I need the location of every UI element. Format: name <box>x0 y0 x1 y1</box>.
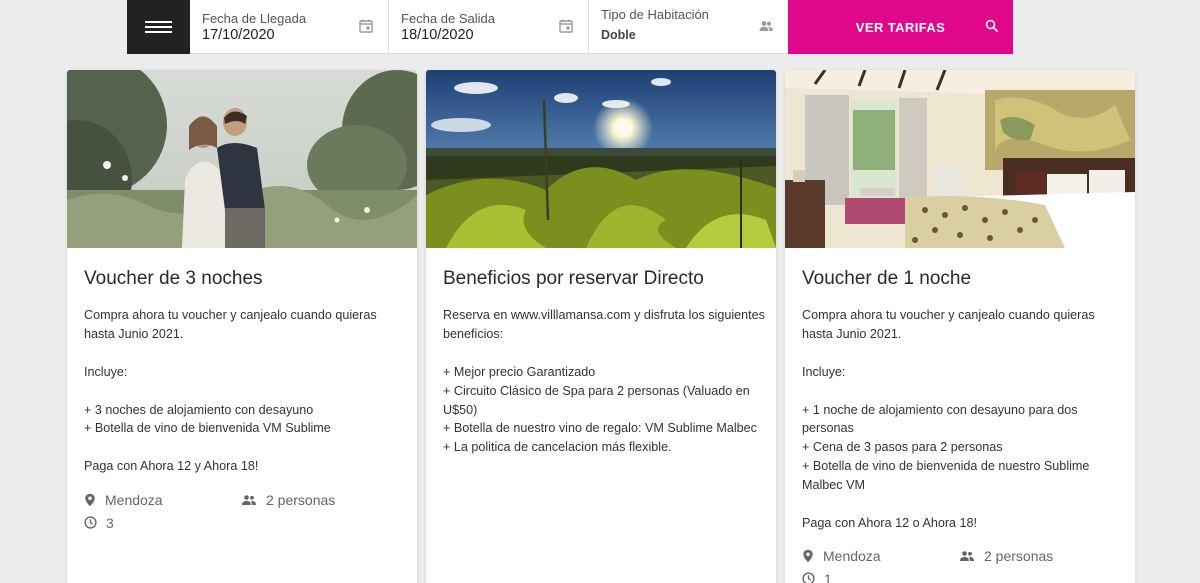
description-line: + 3 noches de alojamiento con desayuno <box>84 402 314 417</box>
location-pin-icon <box>803 549 813 562</box>
card-meta: Mendoza 2 personas 1 <box>802 544 1053 583</box>
clock-icon <box>802 572 815 583</box>
calendar-icon[interactable] <box>558 18 574 34</box>
calendar-icon[interactable] <box>358 18 374 34</box>
description-line <box>84 344 406 363</box>
menu-icon <box>145 21 172 33</box>
people-info: 2 personas <box>241 492 335 508</box>
hotel-room-photo <box>785 70 1135 248</box>
room-type-value[interactable]: Doble <box>601 28 636 42</box>
description-line: + Botella de vino de bienvenida de nuest… <box>802 459 1090 493</box>
people-icon <box>960 550 974 561</box>
departure-date-value[interactable]: 18/10/2020 <box>401 27 474 43</box>
description-line: Paga con Ahora 12 o Ahora 18! <box>802 515 978 530</box>
departure-date-field[interactable]: Fecha de Salida 18/10/2020 <box>389 0 589 54</box>
description-line: Incluye: <box>802 364 846 379</box>
location-text: Mendoza <box>105 491 163 508</box>
location-info: Mendoza <box>802 548 959 564</box>
description-line: Paga con Ahora 12 y Ahora 18! <box>84 459 259 474</box>
description-line: + Mejor precio Garantizado <box>443 364 596 379</box>
description-line <box>443 344 765 363</box>
nights-text: 1 <box>824 570 832 583</box>
nights-info: 1 <box>802 571 832 583</box>
nights-info: 3 <box>84 515 114 531</box>
location-info: Mendoza <box>84 492 241 508</box>
view-rates-label: VER TARIFAS <box>855 19 946 35</box>
description-line: Reserva en www.villlamansa.com y disfrut… <box>443 308 765 341</box>
description-line: + Botella de nuestro vino de regalo: VM … <box>443 421 757 436</box>
description-line: Compra ahora tu voucher y canjealo cuand… <box>802 308 1095 341</box>
room-type-label: Tipo de Habitación <box>601 7 709 22</box>
people-text: 2 personas <box>984 547 1054 564</box>
search-icon <box>985 19 999 33</box>
people-icon <box>242 494 256 505</box>
card-description: Compra ahora tu voucher y canjealo cuand… <box>84 306 406 476</box>
couple-in-field-photo <box>67 70 417 248</box>
nights-text: 3 <box>106 514 114 531</box>
offer-card-voucher-3-nights[interactable]: Voucher de 3 noches Compra ahora tu vouc… <box>67 70 417 583</box>
booking-bar: Fecha de Llegada 17/10/2020 Fecha de Sal… <box>127 0 1013 54</box>
description-line: + 1 noche de alojamiento con desayuno pa… <box>802 402 1078 436</box>
description-line: + Circuito Clásico de Spa para 2 persona… <box>443 383 750 417</box>
card-meta: Mendoza 2 personas 3 <box>84 488 335 534</box>
description-line <box>84 382 406 401</box>
people-text: 2 personas <box>266 491 336 508</box>
people-info: 2 personas <box>959 548 1053 564</box>
description-line: + La politica de cancelacion más flexibl… <box>443 440 672 455</box>
location-text: Mendoza <box>823 547 881 564</box>
clock-icon <box>84 516 97 529</box>
card-title: Voucher de 3 noches <box>84 268 263 289</box>
vineyard-sunset-photo <box>426 70 776 248</box>
departure-date-label: Fecha de Salida <box>401 11 495 26</box>
room-type-field[interactable]: Tipo de Habitación Doble <box>589 0 788 54</box>
description-line: + Botella de vino de bienvenida VM Subli… <box>84 421 331 436</box>
description-line: Incluye: <box>84 364 128 379</box>
location-pin-icon <box>85 493 95 506</box>
card-title: Voucher de 1 noche <box>802 268 972 289</box>
card-description: Reserva en www.villlamansa.com y disfrut… <box>443 306 765 457</box>
view-rates-button[interactable]: VER TARIFAS <box>788 0 1013 54</box>
arrival-date-value[interactable]: 17/10/2020 <box>202 27 275 43</box>
description-line <box>802 382 1124 401</box>
description-line <box>802 344 1124 363</box>
offer-card-voucher-1-night[interactable]: Voucher de 1 noche Compra ahora tu vouch… <box>785 70 1135 583</box>
arrival-date-label: Fecha de Llegada <box>202 11 307 26</box>
description-line: Compra ahora tu voucher y canjealo cuand… <box>84 308 377 341</box>
description-line <box>802 495 1124 514</box>
card-title: Beneficios por reservar Directo <box>443 268 704 289</box>
description-line: + Cena de 3 pasos para 2 personas <box>802 440 1003 455</box>
people-icon <box>759 21 773 31</box>
card-description: Compra ahora tu voucher y canjealo cuand… <box>802 306 1124 533</box>
description-line <box>84 438 406 457</box>
offer-card-direct-booking-benefits[interactable]: Beneficios por reservar Directo Reserva … <box>426 70 776 583</box>
arrival-date-field[interactable]: Fecha de Llegada 17/10/2020 <box>190 0 389 54</box>
menu-button[interactable] <box>127 0 190 54</box>
